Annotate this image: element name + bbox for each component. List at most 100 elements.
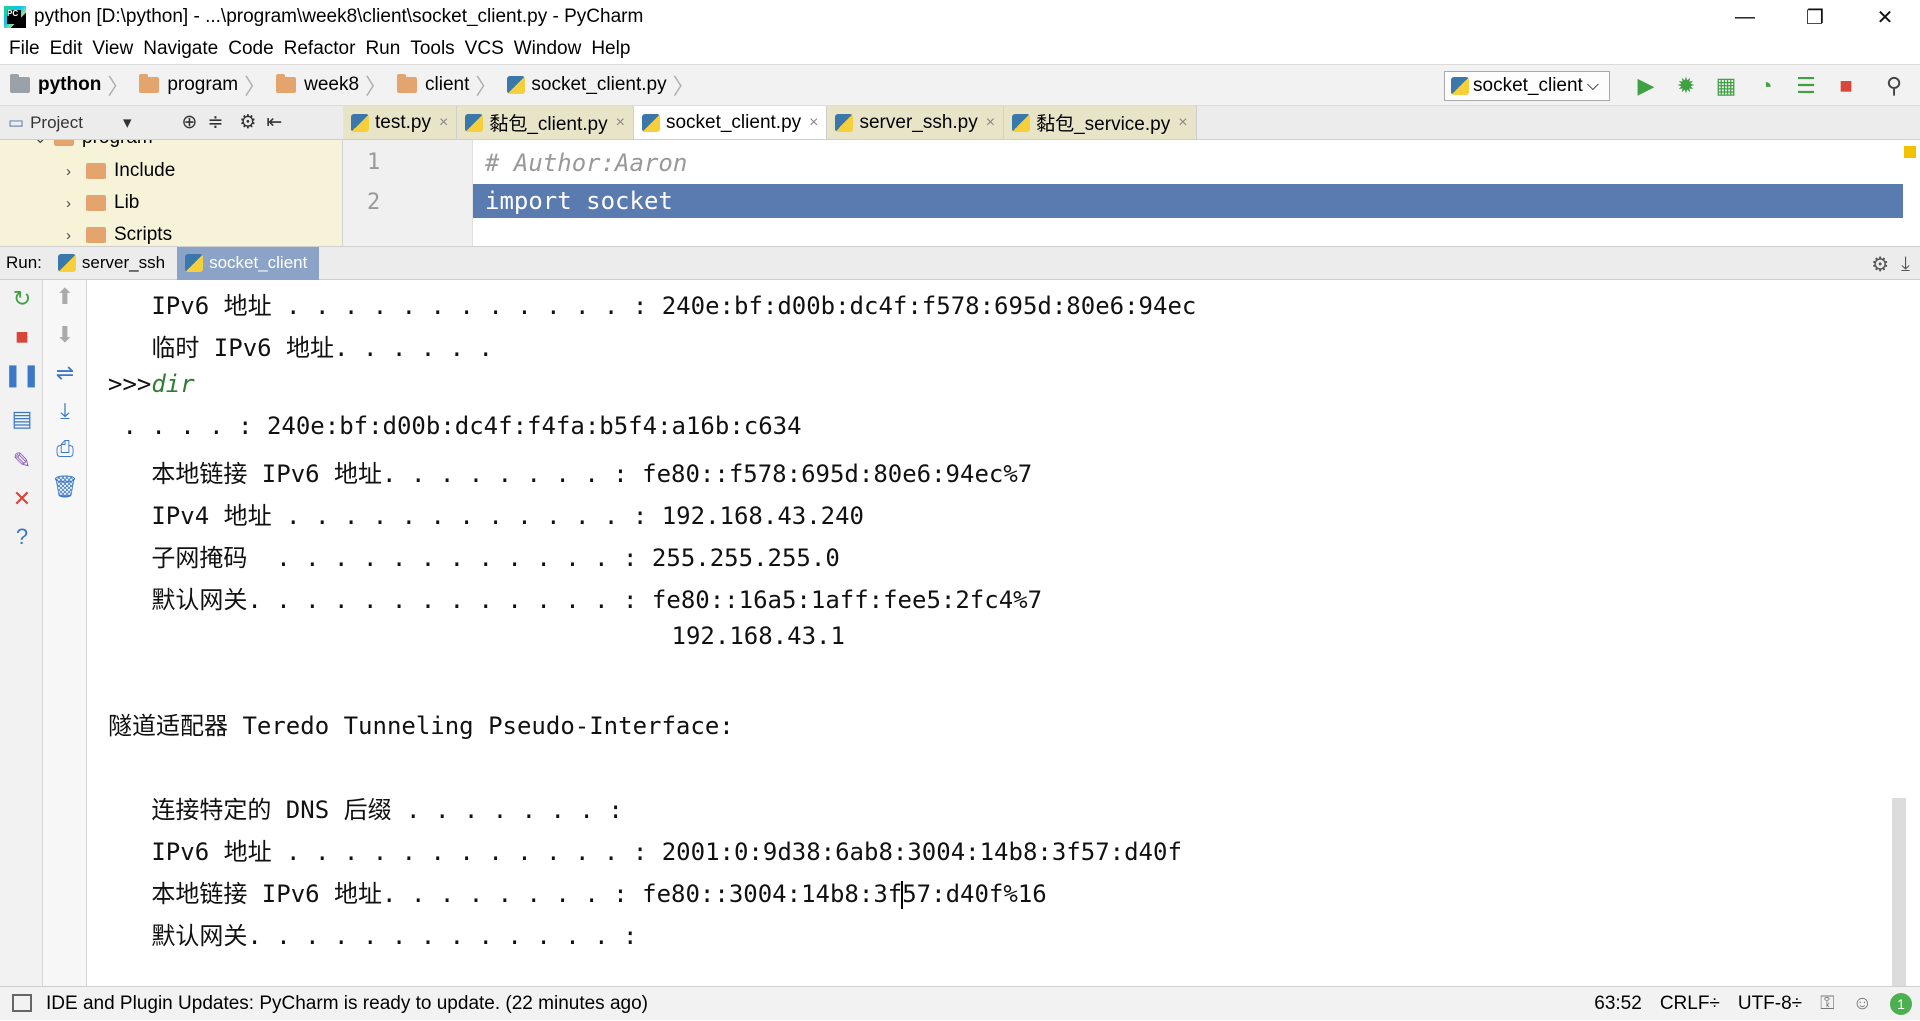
arrow-down-icon[interactable]: ⬇ (52, 322, 78, 348)
profile-icon[interactable]: ◔ (1752, 72, 1780, 100)
close-button[interactable]: ✕ (1850, 0, 1920, 34)
tree-item-scripts[interactable]: › Scripts (66, 224, 172, 246)
tab-test-py[interactable]: test.py × (343, 106, 458, 139)
run-configuration-select[interactable]: socket_client ⌵ (1444, 71, 1610, 101)
help-icon[interactable]: ? (9, 524, 35, 550)
python-file-icon (641, 113, 660, 132)
console-output[interactable]: IPv6 地址 . . . . . . . . . . . . : 240e:b… (88, 280, 1906, 986)
menu-help[interactable]: Help (586, 38, 635, 60)
pause-icon[interactable]: ❚❚ (4, 362, 41, 388)
hide-panel-icon[interactable]: ⤓ (1901, 253, 1910, 276)
console-line: 192.168.43.1 (108, 622, 845, 650)
menu-edit[interactable]: Edit (45, 38, 88, 60)
python-file-icon (185, 254, 204, 272)
breadcrumb-socket-client-file[interactable]: socket_client.py (497, 65, 672, 105)
code-editor[interactable]: 1 2 # Author:Aaron import socket (343, 140, 1920, 246)
tree-item-program[interactable]: ⌄ program (34, 140, 153, 149)
gear-icon[interactable]: ⚙ (1871, 252, 1889, 277)
tab-nianbao-service-py[interactable]: 黏包_service.py × (1004, 106, 1197, 139)
close-tab-icon[interactable]: × (1178, 114, 1187, 132)
breadcrumb-client[interactable]: client (387, 65, 475, 105)
chevron-down-icon[interactable]: ▾ (123, 113, 132, 133)
menu-refactor[interactable]: Refactor (279, 38, 361, 60)
hide-panel-icon[interactable]: ⇤ (266, 111, 282, 134)
chevron-down-icon[interactable]: ⌄ (34, 140, 54, 147)
arrow-up-icon[interactable]: ⬆ (52, 284, 78, 310)
close-tab-icon[interactable]: × (986, 114, 995, 132)
chevron-down-icon: ⌵ (1586, 77, 1599, 94)
stop-icon[interactable]: ■ (9, 324, 35, 350)
close-icon[interactable]: ✕ (9, 486, 35, 512)
menu-navigate[interactable]: Navigate (138, 38, 223, 60)
console-line: IPv6 地址 . . . . . . . . . . . . : 2001:0… (108, 838, 1182, 866)
close-tab-icon[interactable]: × (616, 114, 625, 132)
locate-icon[interactable]: ⊕ (182, 111, 198, 134)
run-icon[interactable]: ▶ (1632, 72, 1660, 100)
menu-view[interactable]: View (87, 38, 138, 60)
tab-nianbao-client-py[interactable]: 黏包_client.py × (457, 106, 634, 139)
tab-server-ssh-py[interactable]: server_ssh.py × (827, 106, 1005, 139)
code-line-selected[interactable]: import socket (473, 184, 1903, 218)
search-icon[interactable]: ⚲ (1880, 72, 1908, 100)
print-icon[interactable]: ⎙ (52, 436, 78, 462)
debug-icon[interactable]: ✹ (1672, 72, 1700, 100)
lock-icon[interactable]: ⚿ (1820, 993, 1834, 1015)
project-view-select[interactable]: Project (30, 113, 83, 133)
close-tab-icon[interactable]: × (439, 114, 448, 132)
console-command: dir (151, 370, 195, 398)
chevron-right-icon[interactable]: › (66, 195, 86, 212)
tree-item-label: program (82, 140, 153, 149)
run-tab-socket-client[interactable]: socket_client (177, 246, 320, 280)
console-line: 本地链接 IPv6 地址. . . . . . . . : fe80::f578… (108, 460, 1033, 488)
trash-icon[interactable]: 🗑 (51, 474, 79, 500)
stop-icon[interactable]: ■ (1832, 72, 1860, 100)
menu-file[interactable]: File (4, 38, 45, 60)
line-separator[interactable]: CRLF÷ (1660, 993, 1720, 1015)
chevron-right-icon[interactable]: › (66, 163, 86, 180)
close-tab-icon[interactable]: × (809, 114, 818, 132)
caret-position[interactable]: 63:52 (1594, 993, 1642, 1015)
console-caret-line: 本地链接 IPv6 地址. . . . . . . . : fe80::3004… (108, 874, 1047, 909)
soft-wrap-icon[interactable]: ⇌ (52, 360, 78, 386)
warning-marker-icon[interactable] (1904, 146, 1916, 158)
tree-item-label: Lib (114, 192, 140, 213)
minimize-button[interactable]: — (1710, 0, 1780, 34)
console-line: IPv6 地址 . . . . . . . . . . . . : 240e:b… (108, 292, 1197, 320)
menu-window[interactable]: Window (509, 38, 587, 60)
folder-icon (86, 163, 106, 179)
inspector-icon[interactable]: ☺ (1853, 993, 1872, 1015)
breadcrumb-python[interactable]: python (0, 65, 107, 105)
run-tab-label: socket_client (209, 253, 308, 272)
menu-code[interactable]: Code (223, 38, 278, 60)
console-scrollbar[interactable] (1892, 798, 1906, 986)
status-message[interactable]: IDE and Plugin Updates: PyCharm is ready… (46, 993, 648, 1015)
menu-run[interactable]: Run (360, 38, 405, 60)
tree-item-lib[interactable]: › Lib (66, 192, 139, 214)
pin-tab-icon[interactable]: ✎ (9, 448, 35, 474)
chevron-right-icon[interactable]: › (66, 227, 86, 244)
editor-tabs: test.py × 黏包_client.py × socket_client.p… (343, 106, 1920, 140)
rerun-icon[interactable]: ↻ (9, 286, 35, 312)
tab-label: socket_client.py (665, 111, 802, 133)
dump-threads-icon[interactable]: ▤ (9, 406, 35, 432)
restore-button[interactable]: ❐ (1780, 0, 1850, 34)
tree-item-include[interactable]: › Include (66, 160, 175, 182)
console-line: 子网掩码 . . . . . . . . . . . . : 255.255.2… (108, 544, 840, 572)
notification-badge[interactable]: 1 (1890, 993, 1912, 1015)
scroll-to-end-icon[interactable]: ⤓ (52, 398, 78, 424)
run-panel-actions: ⚙ ⤓ (1871, 247, 1910, 281)
breadcrumb-program[interactable]: program (129, 65, 244, 105)
run-tab-server-ssh[interactable]: server_ssh (50, 247, 177, 280)
tab-socket-client-py[interactable]: socket_client.py × (633, 106, 828, 139)
collapse-all-icon[interactable]: ≑ (207, 111, 223, 134)
coverage-icon[interactable]: ▦ (1712, 72, 1740, 100)
concurrency-icon[interactable]: ☰ (1792, 72, 1820, 100)
file-encoding[interactable]: UTF-8÷ (1738, 993, 1802, 1015)
breadcrumb-week8[interactable]: week8 (266, 65, 365, 105)
menu-tools[interactable]: Tools (405, 38, 459, 60)
project-panel-header: ▭ Project ▾ ⊕ ≑ ⚙ ⇤ (0, 106, 343, 140)
menu-vcs[interactable]: VCS (460, 38, 509, 60)
tool-window-toggle-icon[interactable] (12, 994, 32, 1012)
code-line[interactable]: # Author:Aaron (473, 146, 687, 180)
gear-icon[interactable]: ⚙ (239, 111, 256, 134)
